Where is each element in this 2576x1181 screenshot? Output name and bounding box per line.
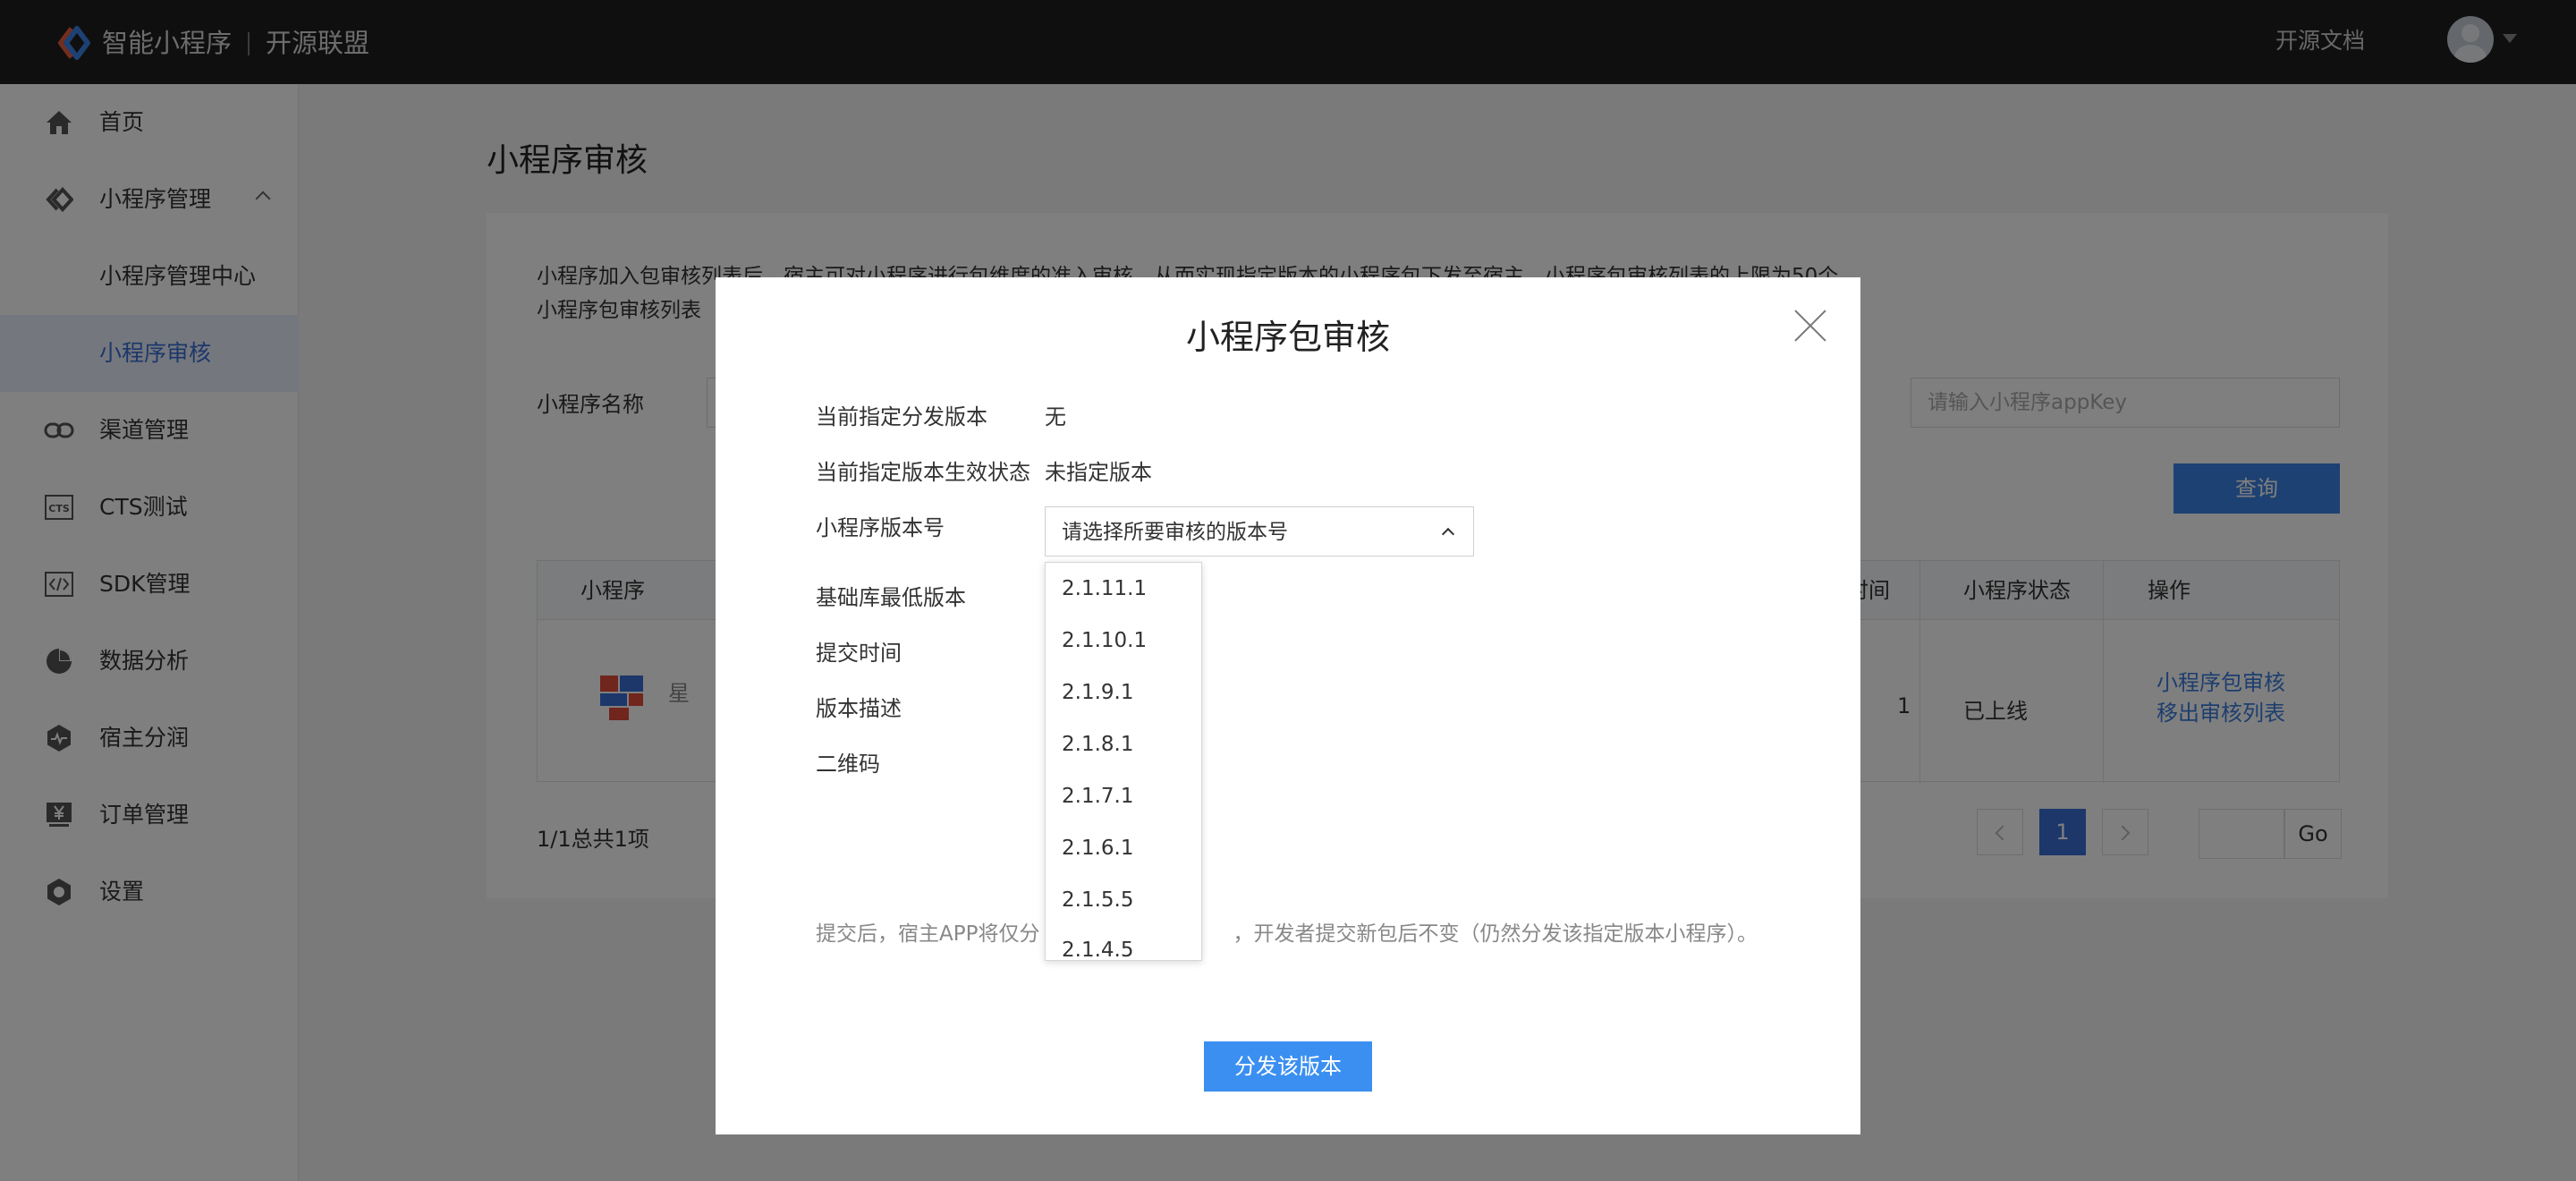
version-option[interactable]: 2.1.9.1 [1046, 667, 1201, 718]
version-option[interactable]: 2.1.11.1 [1046, 563, 1201, 615]
distribute-version-button[interactable]: 分发该版本 [1204, 1041, 1372, 1092]
chevron-up-icon [1441, 527, 1455, 541]
version-status-value: 未指定版本 [1045, 460, 1152, 485]
version-dropdown: 2.1.11.1 2.1.10.1 2.1.9.1 2.1.8.1 2.1.7.… [1045, 562, 1202, 961]
version-select-label: 小程序版本号 [816, 515, 945, 540]
dialog-title: 小程序包审核 [1185, 318, 1390, 357]
version-option[interactable]: 2.1.4.5 [1046, 924, 1201, 960]
submit-time-label: 提交时间 [816, 641, 902, 666]
version-option[interactable]: 2.1.6.1 [1046, 822, 1201, 874]
min-lib-version-label: 基础库最低版本 [816, 585, 966, 610]
version-description-label: 版本描述 [816, 696, 902, 721]
current-version-label: 当前指定分发版本 [816, 404, 987, 429]
version-status-label: 当前指定版本生效状态 [816, 460, 1030, 485]
dialog-note-end: ，开发者提交新包后不变（仍然分发该指定版本小程序）。 [1233, 922, 1758, 946]
version-option[interactable]: 2.1.7.1 [1046, 770, 1201, 822]
qrcode-label: 二维码 [816, 752, 880, 777]
current-version-value: 无 [1045, 404, 1066, 429]
version-option[interactable]: 2.1.8.1 [1046, 718, 1201, 770]
version-select-placeholder: 请选择所要审核的版本号 [1062, 521, 1288, 544]
dialog-note-start: 提交后，宿主APP将仅分 [816, 922, 1040, 946]
close-icon[interactable] [1792, 308, 1828, 344]
dialog-note: 提交后，宿主APP将仅分 ，开发者提交新包后不变（仍然分发该指定版本小程序）。 [816, 916, 1758, 947]
version-option[interactable]: 2.1.10.1 [1046, 615, 1201, 667]
package-review-dialog: 小程序包审核 当前指定分发版本 无 当前指定版本生效状态 未指定版本 小程序版本… [716, 277, 1860, 1134]
version-option[interactable]: 2.1.5.5 [1046, 874, 1201, 926]
version-select[interactable]: 请选择所要审核的版本号 [1045, 506, 1474, 557]
